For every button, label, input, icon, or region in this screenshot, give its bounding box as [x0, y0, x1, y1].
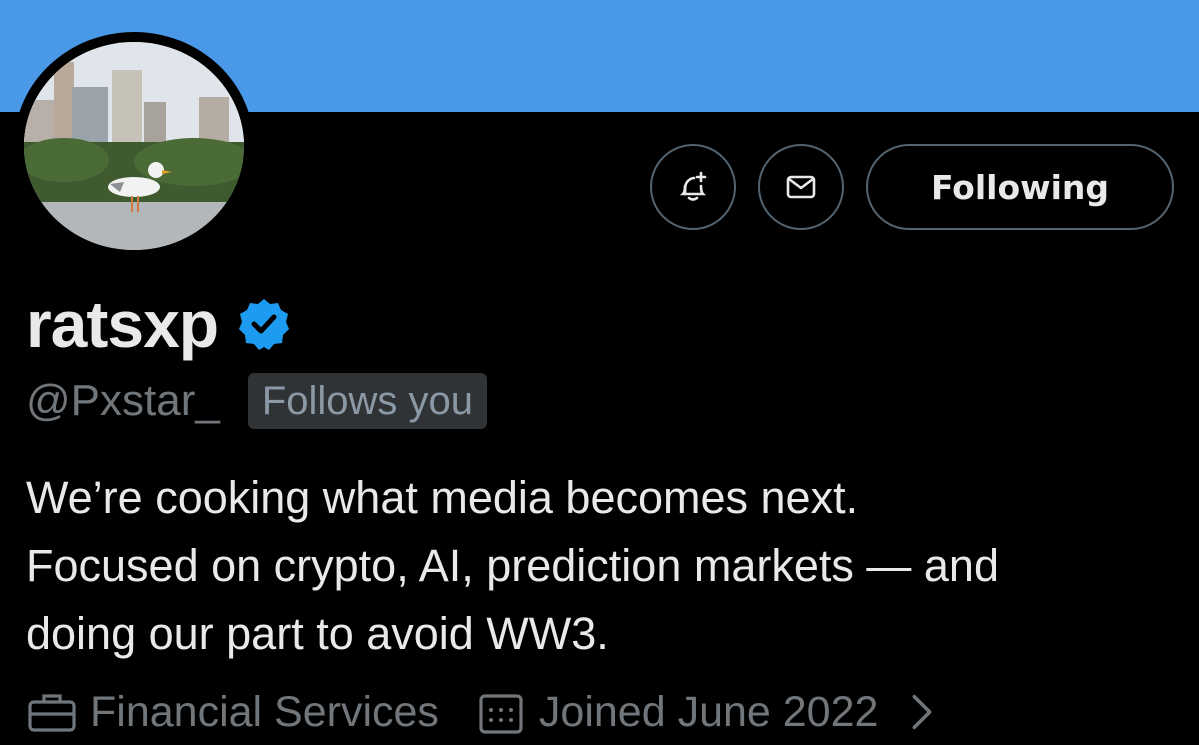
calendar-icon: [479, 694, 523, 734]
bell-plus-icon: [679, 171, 707, 201]
bio-line: doing our part to avoid WW3.: [26, 608, 609, 659]
category-item: Financial Services: [26, 684, 439, 740]
profile-meta: Financial Services Joined June 2022: [26, 684, 960, 740]
user-handle: @Pxstar_: [26, 376, 220, 425]
display-name: ratsxp: [26, 287, 219, 361]
display-name-row: ratsxp: [26, 286, 292, 362]
following-button[interactable]: Following: [866, 144, 1174, 230]
handle-row: @Pxstar_ Follows you: [26, 372, 488, 430]
profile-actions: Following: [0, 144, 1199, 230]
notifications-button[interactable]: [650, 144, 736, 230]
category-label: Financial Services: [90, 688, 439, 736]
joined-item[interactable]: Joined June 2022: [475, 684, 961, 740]
profile-bio: We’re cooking what media becomes next. F…: [26, 464, 1186, 668]
briefcase-icon: [28, 694, 76, 732]
chevron-right-icon: [912, 694, 932, 730]
message-button[interactable]: [758, 144, 844, 230]
follows-you-badge: Follows you: [247, 373, 488, 429]
joined-label: Joined June 2022: [538, 688, 879, 736]
verified-badge-icon[interactable]: [236, 296, 292, 352]
envelope-icon: [786, 175, 816, 199]
bio-line: We’re cooking what media becomes next.: [26, 472, 859, 523]
bio-line: Focused on crypto, AI, prediction market…: [26, 540, 999, 591]
